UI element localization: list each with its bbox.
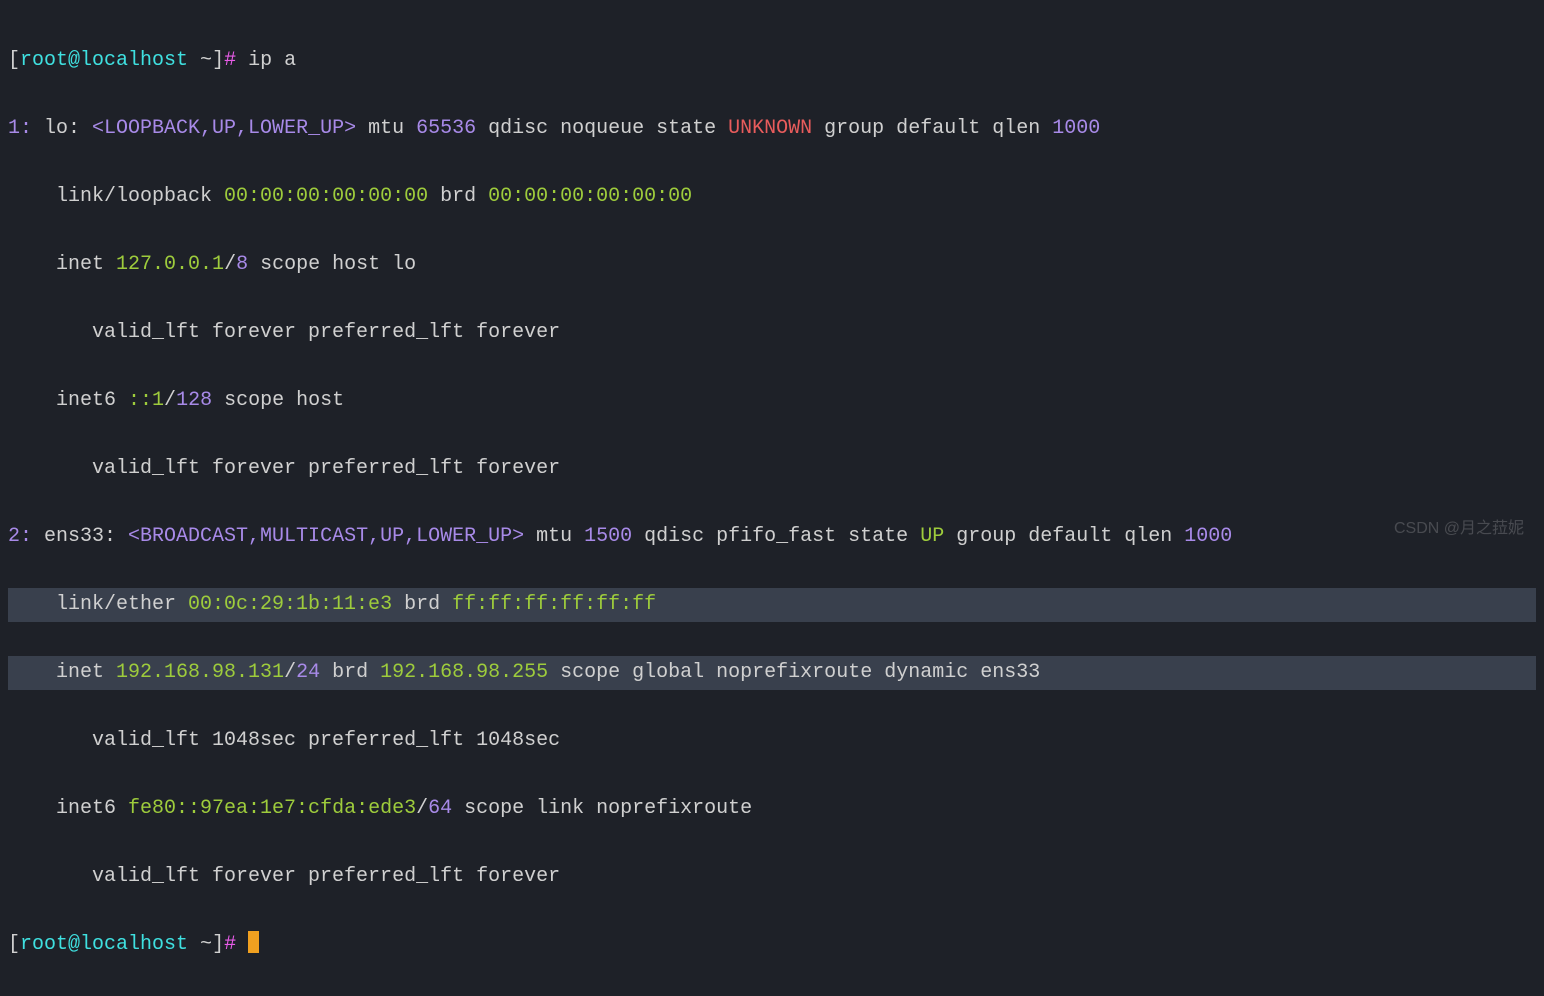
- if1-link: link/loopback 00:00:00:00:00:00 brd 00:0…: [8, 180, 1536, 214]
- if1-brd-mac: 00:00:00:00:00:00: [488, 185, 692, 208]
- bracket-close: ]: [212, 49, 224, 72]
- if1-prefix: 8: [236, 253, 248, 276]
- if2-flags: <BROADCAST,MULTICAST,UP,LOWER_UP>: [128, 525, 524, 548]
- if1-inet6-addr: ::1: [128, 389, 164, 412]
- if2-mtu: 1500: [584, 525, 632, 548]
- if1-mtu: 65536: [416, 117, 476, 140]
- if2-mac: 00:0c:29:1b:11:e3: [188, 593, 392, 616]
- user-host: root@localhost: [20, 49, 188, 72]
- if2-prefix: 24: [296, 661, 320, 684]
- if2-name: ens33:: [32, 525, 128, 548]
- slash: /: [284, 661, 296, 684]
- prompt-line-2[interactable]: [root@localhost ~]#: [8, 928, 1536, 962]
- link-label: link/loopback: [8, 185, 224, 208]
- if1-prefix6: 128: [176, 389, 212, 412]
- if1-flags: <LOOPBACK,UP,LOWER_UP>: [92, 117, 356, 140]
- terminal-output[interactable]: [root@localhost ~]# ip a 1: lo: <LOOPBAC…: [0, 0, 1544, 996]
- scope-text: scope link noprefixroute: [452, 797, 764, 820]
- cwd: ~: [188, 49, 212, 72]
- if1-inet6: inet6 ::1/128 scope host: [8, 384, 1536, 418]
- if2-lft2: valid_lft forever preferred_lft forever: [8, 860, 1536, 894]
- scope-text: scope global noprefixroute dynamic ens33: [548, 661, 1040, 684]
- if1-state: UNKNOWN: [728, 117, 812, 140]
- if2-link: link/ether 00:0c:29:1b:11:e3 brd ff:ff:f…: [8, 588, 1536, 622]
- mtu-label: mtu: [524, 525, 584, 548]
- if2-inet-addr: 192.168.98.131: [116, 661, 284, 684]
- if1-lft1: valid_lft forever preferred_lft forever: [8, 316, 1536, 350]
- prompt-hash: #: [224, 49, 248, 72]
- if2-state: UP: [920, 525, 944, 548]
- if2-inet: inet 192.168.98.131/24 brd 192.168.98.25…: [8, 656, 1536, 690]
- if2-inet6: inet6 fe80::97ea:1e7:cfda:ede3/64 scope …: [8, 792, 1536, 826]
- bracket-close: ]: [212, 933, 224, 956]
- if1-mac: 00:00:00:00:00:00: [224, 185, 428, 208]
- scope-text: scope host lo: [248, 253, 416, 276]
- if1-inet-addr: 127.0.0.1: [116, 253, 224, 276]
- if1-lft2: valid_lft forever preferred_lft forever: [8, 452, 1536, 486]
- watermark-text: CSDN @月之菈妮: [1394, 515, 1524, 542]
- slash: /: [164, 389, 176, 412]
- if2-brd-addr: 192.168.98.255: [380, 661, 548, 684]
- cwd: ~: [188, 933, 212, 956]
- if2-index: 2:: [8, 525, 32, 548]
- if1-qlen: 1000: [1052, 117, 1100, 140]
- inet-label: inet: [8, 661, 116, 684]
- qdisc-text: qdisc pfifo_fast state: [632, 525, 920, 548]
- user-host: root@localhost: [20, 933, 188, 956]
- slash: /: [416, 797, 428, 820]
- if2-lft1: valid_lft 1048sec preferred_lft 1048sec: [8, 724, 1536, 758]
- if2-brd-mac: ff:ff:ff:ff:ff:ff: [452, 593, 656, 616]
- brd-label: brd: [320, 661, 380, 684]
- inet-label: inet: [8, 253, 116, 276]
- inet6-label: inet6: [8, 797, 128, 820]
- inet6-label: inet6: [8, 389, 128, 412]
- if1-index: 1:: [8, 117, 32, 140]
- brd-label: brd: [392, 593, 452, 616]
- bracket-open: [: [8, 49, 20, 72]
- prompt-line: [root@localhost ~]# ip a: [8, 44, 1536, 78]
- command-text: ip a: [248, 49, 296, 72]
- bracket-open: [: [8, 933, 20, 956]
- link-label: link/ether: [8, 593, 188, 616]
- brd-label: brd: [428, 185, 488, 208]
- if2-inet6-addr: fe80::97ea:1e7:cfda:ede3: [128, 797, 416, 820]
- if1-inet: inet 127.0.0.1/8 scope host lo: [8, 248, 1536, 282]
- group-text: group default qlen: [812, 117, 1052, 140]
- group-text: group default qlen: [944, 525, 1184, 548]
- prompt-hash: #: [224, 933, 248, 956]
- qdisc-text: qdisc noqueue state: [476, 117, 728, 140]
- if2-qlen: 1000: [1184, 525, 1232, 548]
- slash: /: [224, 253, 236, 276]
- if1-name: lo:: [32, 117, 92, 140]
- if2-header: 2: ens33: <BROADCAST,MULTICAST,UP,LOWER_…: [8, 520, 1536, 554]
- mtu-label: mtu: [356, 117, 416, 140]
- if1-header: 1: lo: <LOOPBACK,UP,LOWER_UP> mtu 65536 …: [8, 112, 1536, 146]
- if2-prefix6: 64: [428, 797, 452, 820]
- cursor-icon: [248, 931, 259, 953]
- scope-text: scope host: [212, 389, 356, 412]
